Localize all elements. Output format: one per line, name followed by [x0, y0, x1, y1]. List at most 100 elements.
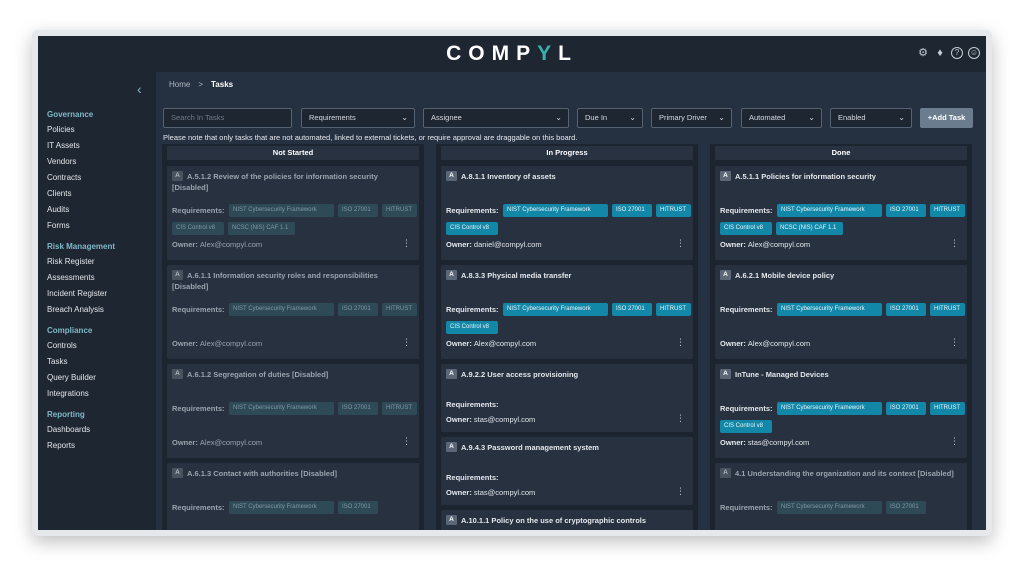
- owner-label: Owner:: [172, 240, 200, 249]
- task-owner: Owner: stas@compyl.com: [446, 488, 535, 497]
- requirement-tag-cis-control-v8[interactable]: CIS Control v8: [720, 222, 772, 235]
- more-options-icon[interactable]: ⋮: [950, 338, 959, 347]
- requirement-tag-hitrust[interactable]: HITRUST: [930, 204, 965, 217]
- collapse-sidebar-icon[interactable]: ‹: [137, 82, 142, 96]
- requirement-tag-iso-27001[interactable]: ISO 27001: [338, 501, 378, 514]
- sidebar-item-assessments[interactable]: Assessments: [47, 270, 115, 286]
- requirement-tag-nist-cybersecurity-framework[interactable]: NIST Cybersecurity Framework: [503, 303, 608, 316]
- task-card[interactable]: A A.6.2.1 Mobile device policy Requirement…: [715, 265, 967, 359]
- requirement-tag-nist-cybersecurity-framework[interactable]: NIST Cybersecurity Framework: [229, 501, 334, 514]
- sidebar-item-dashboards[interactable]: Dashboards: [47, 422, 115, 438]
- breadcrumb-separator: >: [198, 80, 204, 89]
- requirement-tag-cis-control-v8[interactable]: CIS Control v8: [720, 420, 772, 433]
- more-options-icon[interactable]: ⋮: [950, 437, 959, 446]
- automated-filter[interactable]: Automated ⌄: [741, 108, 822, 128]
- sidebar-item-policies[interactable]: Policies: [47, 122, 115, 138]
- requirement-tag-hitrust[interactable]: HITRUST: [656, 303, 691, 316]
- requirement-tag-hitrust[interactable]: HITRUST: [930, 303, 965, 316]
- more-options-icon[interactable]: ⋮: [676, 239, 685, 248]
- task-card[interactable]: A A.9.4.3 Password management system Requi…: [441, 437, 693, 505]
- enabled-filter[interactable]: Enabled ⌄: [830, 108, 912, 128]
- requirement-tag-iso-27001[interactable]: ISO 27001: [612, 303, 652, 316]
- task-type-badge: A: [446, 442, 457, 452]
- requirement-tag-hitrust[interactable]: HITRUST: [930, 402, 965, 415]
- add-task-button[interactable]: +Add Task: [920, 108, 973, 128]
- requirement-tag-nist-cybersecurity-framework[interactable]: NIST Cybersecurity Framework: [229, 204, 334, 217]
- gear-icon[interactable]: ⚙: [917, 47, 929, 59]
- requirement-tag-nist-cybersecurity-framework[interactable]: NIST Cybersecurity Framework: [777, 402, 882, 415]
- requirements-filter[interactable]: Requirements ⌄: [301, 108, 415, 128]
- sidebar-item-risk-register[interactable]: Risk Register: [47, 254, 115, 270]
- sidebar-item-breach-analysis[interactable]: Breach Analysis: [47, 302, 115, 318]
- sidebar-item-contracts[interactable]: Contracts: [47, 170, 115, 186]
- more-options-icon[interactable]: ⋮: [676, 487, 685, 496]
- sidebar-item-reports[interactable]: Reports: [47, 438, 115, 454]
- requirement-tag-hitrust[interactable]: HITRUST: [656, 204, 691, 217]
- sidebar-item-query-builder[interactable]: Query Builder: [47, 370, 115, 386]
- user-icon[interactable]: ☺: [968, 47, 980, 59]
- requirement-tag-cis-control-v8[interactable]: CIS Control v8: [172, 222, 224, 235]
- requirement-tag-iso-27001[interactable]: ISO 27001: [886, 204, 926, 217]
- requirement-tag-hitrust[interactable]: HITRUST: [382, 402, 417, 415]
- requirement-tag-nist-cybersecurity-framework[interactable]: NIST Cybersecurity Framework: [229, 402, 334, 415]
- requirement-tag-cis-control-v8[interactable]: CIS Control v8: [446, 222, 498, 235]
- requirement-tag-ncsc-nis-caf-1-1[interactable]: NCSC (NIS) CAF 1.1: [776, 222, 843, 235]
- requirement-tag-iso-27001[interactable]: ISO 27001: [338, 204, 378, 217]
- requirement-tag-iso-27001[interactable]: ISO 27001: [886, 501, 926, 514]
- sidebar-item-controls[interactable]: Controls: [47, 338, 115, 354]
- task-card[interactable]: A A.6.1.2 Segregation of duties [Disabled…: [167, 364, 419, 458]
- requirement-tag-iso-27001[interactable]: ISO 27001: [886, 303, 926, 316]
- more-options-icon[interactable]: ⋮: [402, 239, 411, 248]
- task-card[interactable]: A InTune - Managed Devices Requirements: NI…: [715, 364, 967, 458]
- sidebar-item-clients[interactable]: Clients: [47, 186, 115, 202]
- requirement-tag-nist-cybersecurity-framework[interactable]: NIST Cybersecurity Framework: [503, 204, 608, 217]
- sidebar-item-audits[interactable]: Audits: [47, 202, 115, 218]
- sidebar-item-incident-register[interactable]: Incident Register: [47, 286, 115, 302]
- help-icon[interactable]: ?: [951, 47, 963, 59]
- requirement-tag-iso-27001[interactable]: ISO 27001: [338, 303, 378, 316]
- more-options-icon[interactable]: ⋮: [950, 239, 959, 248]
- requirement-tag-nist-cybersecurity-framework[interactable]: NIST Cybersecurity Framework: [229, 303, 334, 316]
- task-card[interactable]: A A.6.1.1 Information security roles and …: [167, 265, 419, 359]
- sidebar-item-forms[interactable]: Forms: [47, 218, 115, 234]
- requirement-tag-nist-cybersecurity-framework[interactable]: NIST Cybersecurity Framework: [777, 204, 882, 217]
- sidebar-item-tasks[interactable]: Tasks: [47, 354, 115, 370]
- more-options-icon[interactable]: ⋮: [402, 338, 411, 347]
- task-card[interactable]: A A.8.1.1 Inventory of assets Requirements…: [441, 166, 693, 260]
- sidebar-item-it-assets[interactable]: IT Assets: [47, 138, 115, 154]
- task-card[interactable]: A A.5.1.2 Review of the policies for info…: [167, 166, 419, 260]
- window-frame: COMPYL ⚙ ♦ ? ☺ ‹ Governance Policies IT As…: [32, 30, 992, 536]
- task-card[interactable]: A 4.1 Understanding the organization and …: [715, 463, 967, 530]
- search-input[interactable]: Search In Tasks: [163, 108, 292, 128]
- drag-notice: Please note that only tasks that are not…: [163, 133, 578, 142]
- task-card[interactable]: A A.5.1.1 Policies for information securi…: [715, 166, 967, 260]
- requirement-tag-iso-27001[interactable]: ISO 27001: [886, 402, 926, 415]
- bell-icon[interactable]: ♦: [934, 47, 946, 59]
- requirement-tag-nist-cybersecurity-framework[interactable]: NIST Cybersecurity Framework: [777, 303, 882, 316]
- task-card[interactable]: A A.10.1.1 Policy on the use of cryptogra…: [441, 510, 693, 530]
- task-card[interactable]: A A.6.1.3 Contact with authorities [Disab…: [167, 463, 419, 530]
- assignee-filter[interactable]: Assignee ⌄: [423, 108, 569, 128]
- owner-label: Owner:: [720, 438, 748, 447]
- requirement-tag-nist-cybersecurity-framework[interactable]: NIST Cybersecurity Framework: [777, 501, 882, 514]
- due-in-filter[interactable]: Due In ⌄: [577, 108, 643, 128]
- requirement-tag-iso-27001[interactable]: ISO 27001: [338, 402, 378, 415]
- requirement-tag-iso-27001[interactable]: ISO 27001: [612, 204, 652, 217]
- more-options-icon[interactable]: ⋮: [402, 437, 411, 446]
- task-card[interactable]: A A.8.3.3 Physical media transfer Requirem…: [441, 265, 693, 359]
- requirement-tag-hitrust[interactable]: HITRUST: [382, 204, 417, 217]
- sidebar-item-integrations[interactable]: Integrations: [47, 386, 115, 402]
- requirement-tag-hitrust[interactable]: HITRUST: [382, 303, 417, 316]
- sidebar-item-vendors[interactable]: Vendors: [47, 154, 115, 170]
- requirement-tag-ncsc-nis-caf-1-1[interactable]: NCSC (NIS) CAF 1.1: [228, 222, 295, 235]
- more-options-icon[interactable]: ⋮: [676, 414, 685, 423]
- task-card[interactable]: A A.9.2.2 User access provisioning Require…: [441, 364, 693, 432]
- requirements-row: Requirements:: [446, 400, 688, 409]
- breadcrumb-home[interactable]: Home: [169, 78, 190, 92]
- requirements-label: Requirements:: [172, 503, 225, 512]
- primary-driver-filter[interactable]: Primary Driver ⌄: [651, 108, 732, 128]
- requirement-tag-cis-control-v8[interactable]: CIS Control v8: [446, 321, 498, 334]
- more-options-icon[interactable]: ⋮: [676, 338, 685, 347]
- requirements-label: Requirements:: [720, 206, 773, 215]
- topbar: COMPYL ⚙ ♦ ? ☺: [38, 36, 986, 72]
